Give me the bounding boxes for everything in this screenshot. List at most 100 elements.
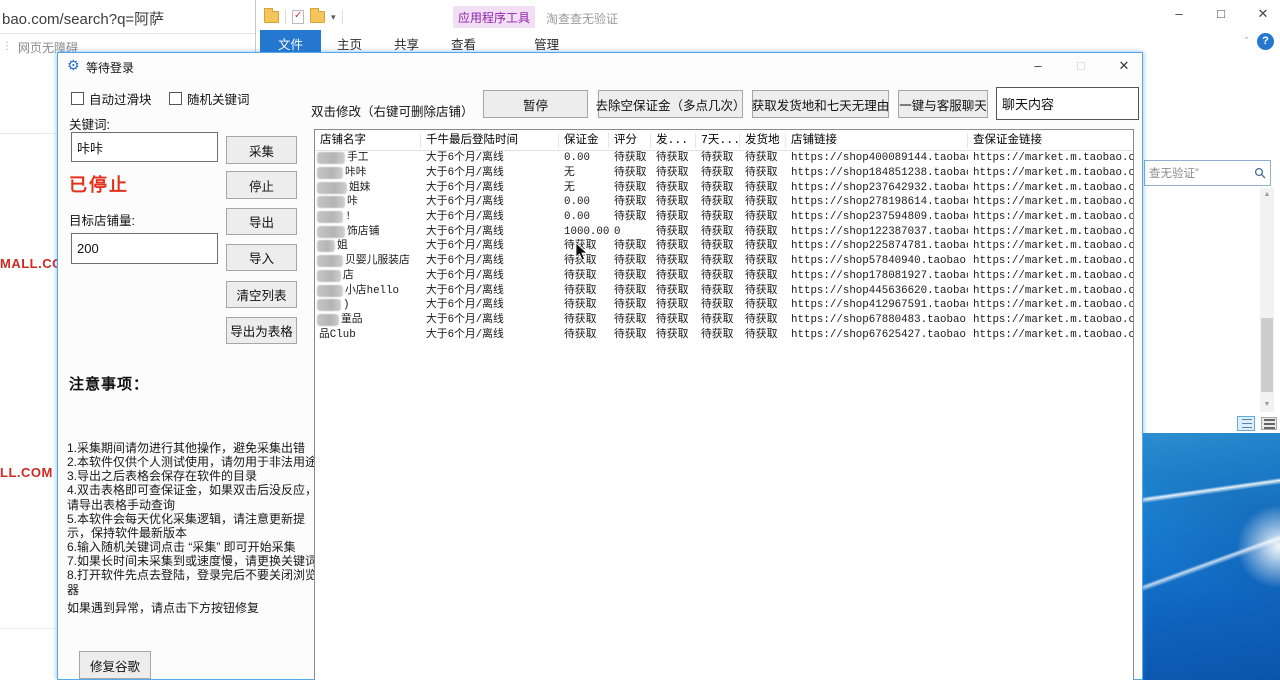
cell-shop-name: !	[315, 210, 421, 224]
stop-button[interactable]: 停止	[226, 171, 297, 199]
dialog-titlebar[interactable]: ⚙ 等待登录 – □ ✕	[58, 53, 1142, 79]
col-deposit[interactable]: 保证金	[559, 133, 609, 148]
scrollbar-thumb[interactable]	[1261, 318, 1273, 392]
col-score[interactable]: 评分	[609, 133, 651, 148]
table-row[interactable]: 姐 大于6个月/离线 待获取 待获取 待获取 待获取 待获取 https://s…	[315, 239, 1133, 254]
browser-address-text[interactable]: bao.com/search?q=阿萨	[2, 8, 164, 29]
cell-shop-link: https://shop67625427.taobao.com/	[786, 328, 968, 342]
cell-last-login: 大于6个月/离线	[421, 269, 559, 283]
col-ship-from[interactable]: 发货地	[740, 133, 786, 148]
folder-icon[interactable]	[310, 11, 325, 23]
auto-slider-checkbox[interactable]: 自动过滑块	[71, 89, 152, 108]
folder-icon[interactable]	[264, 11, 279, 23]
cell-last-login: 大于6个月/离线	[421, 284, 559, 298]
target-count-value: 200	[77, 241, 99, 256]
cell-last-login: 大于6个月/离线	[421, 254, 559, 268]
cell-seven-day: 待获取	[696, 225, 740, 239]
chat-with-service-button[interactable]: 一键与客服聊天	[898, 90, 988, 118]
table-row[interactable]: ! 大于6个月/离线 0.00 待获取 待获取 待获取 待获取 https://…	[315, 210, 1133, 225]
col-shop-link[interactable]: 店铺链接	[786, 133, 968, 148]
note-line: 5.本软件会每天优化采集逻辑，请注意更新提示，保持软件最新版本	[67, 512, 321, 540]
cell-ship-from: 待获取	[740, 284, 786, 298]
repair-chrome-button[interactable]: 修复谷歌	[79, 651, 151, 679]
cell-seven-day: 待获取	[696, 328, 740, 342]
export-table-button[interactable]: 导出为表格	[226, 317, 297, 344]
import-button[interactable]: 导入	[226, 244, 297, 271]
checkbox-icon[interactable]	[71, 92, 84, 105]
col-seven-day[interactable]: 7天...	[696, 133, 740, 148]
app-dialog: ⚙ 等待登录 – □ ✕ 自动过滑块 随机关键词 关键词: 咔咔 已停止 目标店…	[57, 52, 1143, 680]
chat-content-input[interactable]: 聊天内容	[996, 87, 1139, 120]
cell-shop-name: 姐	[315, 239, 421, 253]
checked-document-icon[interactable]	[292, 10, 304, 24]
close-icon[interactable]: ✕	[1109, 57, 1139, 75]
collect-button[interactable]: 采集	[226, 136, 297, 164]
cell-score: 0	[609, 225, 651, 239]
clear-empty-deposit-button[interactable]: 去除空保证金（多点几次）	[598, 90, 743, 118]
list-view-icon[interactable]	[1237, 416, 1255, 431]
maximize-icon[interactable]: □	[1066, 57, 1096, 75]
cell-shipping: 待获取	[651, 225, 696, 239]
pause-button[interactable]: 暂停	[483, 90, 588, 118]
minimize-icon[interactable]: –	[1170, 6, 1188, 22]
cell-shipping: 待获取	[651, 254, 696, 268]
cell-deposit-link: https://market.m.taobao.com/e	[968, 239, 1133, 253]
tmall-logo-lower: LL.COM	[0, 465, 53, 480]
table-row[interactable]: 手工 大于6个月/离线 0.00 待获取 待获取 待获取 待获取 https:/…	[315, 151, 1133, 166]
ribbon-collapse-icon[interactable]: ˆ	[1245, 36, 1248, 46]
scroll-down-icon[interactable]: ▼	[1260, 398, 1274, 412]
scroll-up-icon[interactable]: ▲	[1260, 188, 1274, 202]
cell-shop-link: https://shop412967591.taobao.com/	[786, 298, 968, 312]
browser-address-bar[interactable]: bao.com/search?q=阿萨	[0, 0, 257, 34]
maximize-icon[interactable]: □	[1212, 6, 1230, 22]
cell-shop-link: https://shop237594809.taobao.com/	[786, 210, 968, 224]
col-last-login[interactable]: 千牛最后登陆时间	[421, 133, 559, 148]
col-shipping[interactable]: 发...	[651, 133, 696, 148]
col-shop-name[interactable]: 店铺名字	[315, 133, 421, 148]
col-deposit-link[interactable]: 查保证金链接	[968, 133, 1133, 148]
random-keyword-checkbox[interactable]: 随机关键词	[169, 89, 250, 108]
censored-blur	[317, 182, 347, 194]
keyword-input[interactable]: 咔咔	[71, 132, 218, 162]
censored-blur	[317, 314, 339, 326]
table-row[interactable]: 贝婴儿服装店 大于6个月/离线 待获取 待获取 待获取 待获取 待获取 http…	[315, 254, 1133, 269]
minimize-icon[interactable]: –	[1023, 57, 1053, 75]
table-row[interactable]: 姐妹 大于6个月/离线 无 待获取 待获取 待获取 待获取 https://sh…	[315, 180, 1133, 195]
cell-score: 待获取	[609, 166, 651, 180]
explorer-search-box[interactable]: 查无验证”	[1144, 160, 1271, 186]
cell-deposit-link: https://market.m.taobao.com/e	[968, 166, 1133, 180]
help-icon[interactable]: ?	[1257, 33, 1274, 50]
cell-last-login: 大于6个月/离线	[421, 210, 559, 224]
cell-seven-day: 待获取	[696, 195, 740, 209]
cell-last-login: 大于6个月/离线	[421, 225, 559, 239]
cell-shipping: 待获取	[651, 181, 696, 195]
cell-shop-link: https://shop237642932.taobao.com/	[786, 181, 968, 195]
cell-shipping: 待获取	[651, 298, 696, 312]
table-row[interactable]: 小店hello 大于6个月/离线 待获取 待获取 待获取 待获取 待获取 htt…	[315, 283, 1133, 298]
cell-last-login: 大于6个月/离线	[421, 181, 559, 195]
table-row[interactable]: 咔咔 大于6个月/离线 无 待获取 待获取 待获取 待获取 https://sh…	[315, 166, 1133, 181]
qat-dropdown-icon[interactable]: ▾	[331, 12, 336, 23]
export-button[interactable]: 导出	[226, 208, 297, 235]
cell-score: 待获取	[609, 195, 651, 209]
table-row[interactable]: 品Club 大于6个月/离线 待获取 待获取 待获取 待获取 待获取 https…	[315, 327, 1133, 342]
table-row[interactable]: 店 大于6个月/离线 待获取 待获取 待获取 待获取 待获取 https://s…	[315, 269, 1133, 284]
cell-deposit-link: https://market.m.taobao.com/e	[968, 313, 1133, 327]
censored-blur	[317, 255, 343, 267]
target-count-input[interactable]: 200	[71, 233, 218, 264]
table-row[interactable]: 童品 大于6个月/离线 待获取 待获取 待获取 待获取 待获取 https://…	[315, 313, 1133, 328]
shop-table[interactable]: 店铺名字 千牛最后登陆时间 保证金 评分 发... 7天... 发货地 店铺链接…	[314, 129, 1134, 680]
cell-ship-from: 待获取	[740, 328, 786, 342]
clear-list-button[interactable]: 清空列表	[226, 281, 297, 308]
checkbox-icon[interactable]	[169, 92, 182, 105]
thumbnail-view-icon[interactable]	[1261, 417, 1277, 430]
table-row[interactable]: 饰店铺 大于6个月/离线 1000.00 0 待获取 待获取 待获取 https…	[315, 224, 1133, 239]
explorer-scrollbar[interactable]: ▲ ▼	[1260, 188, 1274, 412]
table-row[interactable]: ) 大于6个月/离线 待获取 待获取 待获取 待获取 待获取 https://s…	[315, 298, 1133, 313]
table-row[interactable]: 咔 大于6个月/离线 0.00 待获取 待获取 待获取 待获取 https://…	[315, 195, 1133, 210]
cell-score: 待获取	[609, 254, 651, 268]
close-icon[interactable]: ✕	[1254, 6, 1272, 22]
get-shipping-info-button[interactable]: 获取发货地和七天无理由	[752, 90, 889, 118]
censored-blur	[317, 167, 343, 179]
page-small-icon: ⋮	[2, 41, 12, 52]
